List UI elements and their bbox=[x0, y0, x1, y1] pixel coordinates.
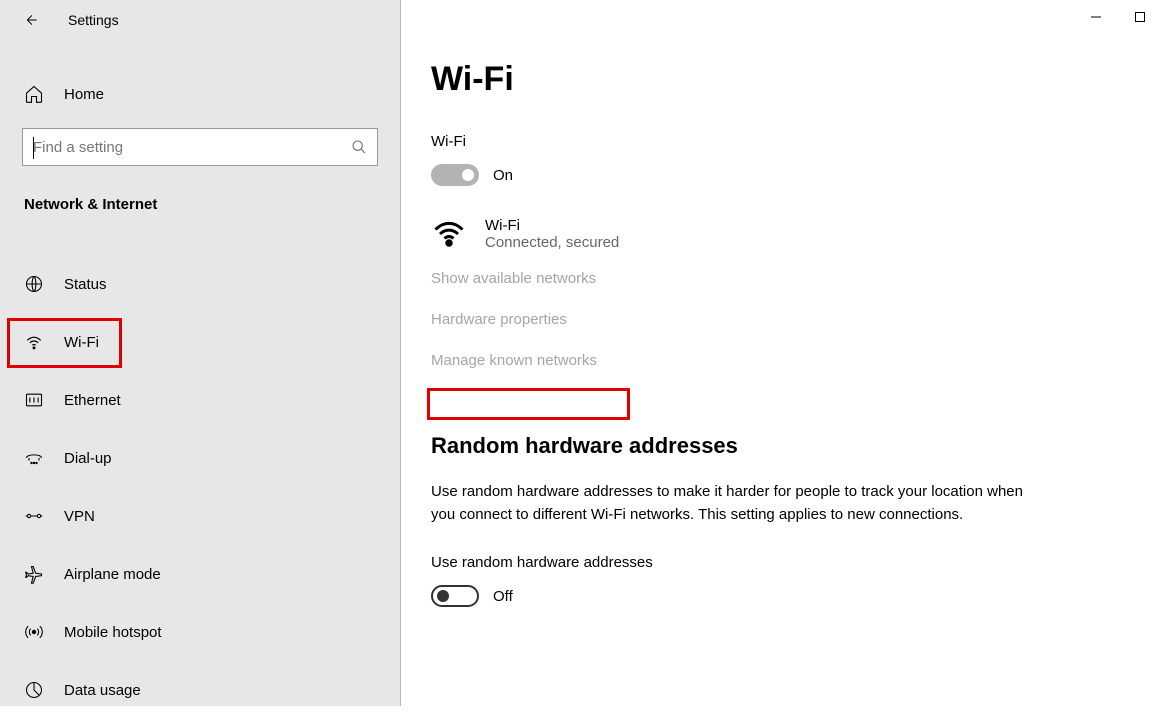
random-hw-title: Random hardware addresses bbox=[431, 433, 1031, 459]
wifi-toggle[interactable] bbox=[431, 164, 479, 186]
nav-item-dialup[interactable]: Dial-up bbox=[0, 429, 400, 487]
category-header: Network & Internet bbox=[0, 176, 400, 233]
link-hardware-properties[interactable]: Hardware properties bbox=[431, 311, 567, 328]
nav-home-label: Home bbox=[64, 86, 104, 103]
home-icon bbox=[24, 84, 44, 104]
current-network[interactable]: Wi-Fi Connected, secured bbox=[431, 216, 1031, 252]
nav-item-label: Data usage bbox=[64, 682, 141, 699]
random-hw-toggle-state: Off bbox=[493, 588, 513, 605]
link-manage-known-networks[interactable]: Manage known networks bbox=[431, 352, 597, 369]
search-icon bbox=[351, 139, 367, 155]
nav-item-label: Wi-Fi bbox=[64, 334, 99, 351]
random-hw-toggle-label: Use random hardware addresses bbox=[431, 554, 1031, 571]
airplane-icon bbox=[24, 564, 44, 584]
random-hw-toggle[interactable] bbox=[431, 585, 479, 607]
nav-item-label: VPN bbox=[64, 508, 95, 525]
network-status-text: Connected, secured bbox=[485, 234, 619, 251]
hotspot-icon bbox=[24, 622, 44, 642]
main-content: Wi-Fi Wi-Fi On Wi-Fi Connected, secured … bbox=[400, 0, 1165, 706]
window-controls bbox=[1071, 0, 1165, 34]
wifi-icon bbox=[24, 332, 44, 352]
text-cursor bbox=[33, 137, 34, 159]
nav-item-label: Ethernet bbox=[64, 392, 121, 409]
page-title: Wi-Fi bbox=[431, 60, 1031, 99]
back-icon[interactable] bbox=[24, 12, 40, 28]
random-hw-toggle-row: Off bbox=[431, 585, 1031, 607]
nav-home[interactable]: Home bbox=[0, 70, 400, 118]
wifi-toggle-row: On bbox=[431, 164, 1031, 186]
nav-item-vpn[interactable]: VPN bbox=[0, 487, 400, 545]
nav-item-wifi[interactable]: Wi-Fi bbox=[0, 313, 400, 371]
network-name: Wi-Fi bbox=[485, 217, 619, 234]
wifi-signal-icon bbox=[431, 216, 467, 252]
nav-list: Status Wi-Fi Ethernet D bbox=[0, 255, 400, 719]
vpn-icon bbox=[24, 506, 44, 526]
nav-item-hotspot[interactable]: Mobile hotspot bbox=[0, 603, 400, 661]
link-show-available[interactable]: Show available networks bbox=[431, 270, 596, 287]
maximize-button[interactable] bbox=[1133, 10, 1147, 24]
nav-item-data[interactable]: Data usage bbox=[0, 661, 400, 719]
status-icon bbox=[24, 274, 44, 294]
search-box[interactable] bbox=[22, 128, 378, 166]
toggle-knob bbox=[437, 590, 449, 602]
nav-item-label: Dial-up bbox=[64, 450, 112, 467]
wifi-section-label: Wi-Fi bbox=[431, 133, 1031, 150]
search-input[interactable] bbox=[33, 139, 351, 156]
data-usage-icon bbox=[24, 680, 44, 700]
random-hw-description: Use random hardware addresses to make it… bbox=[431, 481, 1031, 526]
minimize-button[interactable] bbox=[1089, 10, 1103, 24]
wifi-toggle-state: On bbox=[493, 167, 513, 184]
nav-item-label: Mobile hotspot bbox=[64, 624, 162, 641]
nav-item-status[interactable]: Status bbox=[0, 255, 400, 313]
nav-item-airplane[interactable]: Airplane mode bbox=[0, 545, 400, 603]
sidebar: Settings Home Network & Internet Status bbox=[0, 0, 400, 706]
nav-item-label: Status bbox=[64, 276, 107, 293]
window-title: Settings bbox=[68, 12, 119, 28]
titlebar: Settings bbox=[0, 0, 400, 40]
nav-item-label: Airplane mode bbox=[64, 566, 161, 583]
nav-item-ethernet[interactable]: Ethernet bbox=[0, 371, 400, 429]
ethernet-icon bbox=[24, 390, 44, 410]
toggle-knob bbox=[462, 169, 474, 181]
dialup-icon bbox=[24, 448, 44, 468]
